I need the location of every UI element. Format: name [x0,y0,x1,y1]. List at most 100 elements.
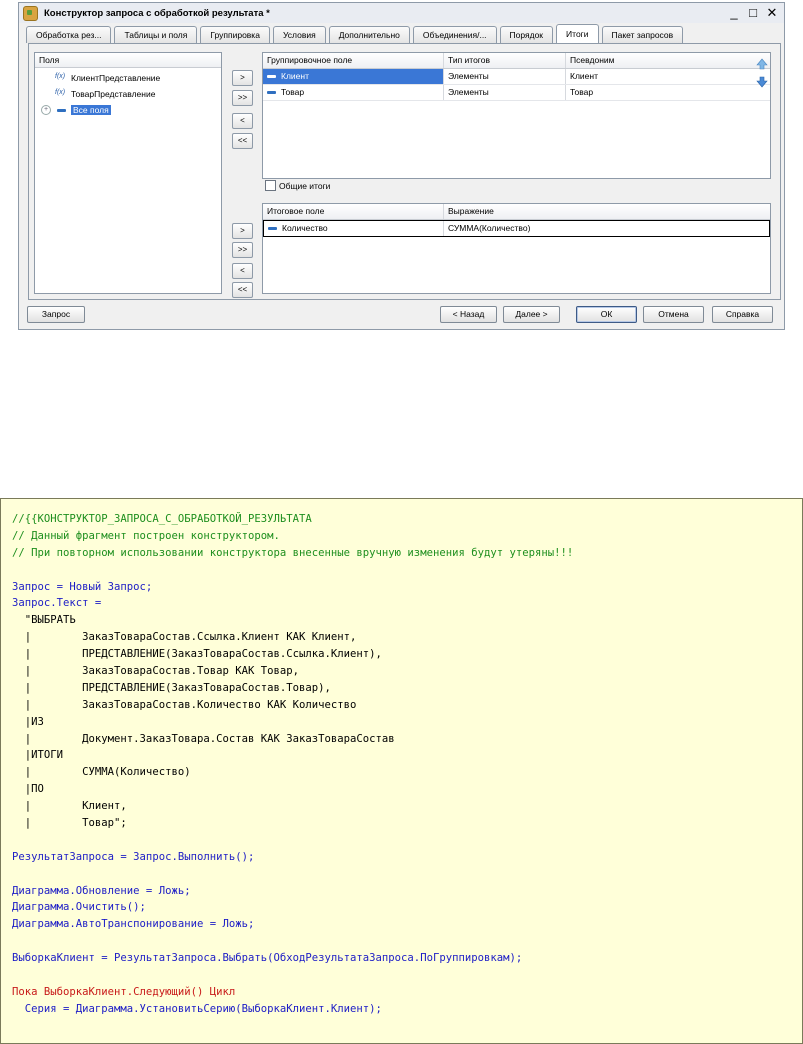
column-header[interactable]: Итоговое поле [263,204,444,219]
totals-table[interactable]: Итоговое поле Выражение Количество СУММА… [262,203,771,294]
code-line: "ВЫБРАТЬ [12,614,76,627]
field-icon [267,91,276,95]
grouping-table-header: Группировочное поле Тип итогов Псевдоним [263,53,770,69]
table-cell[interactable]: Элементы [444,69,566,84]
table-cell[interactable]: Количество [264,221,444,236]
column-header[interactable]: Группировочное поле [263,53,444,68]
code-line: //{{КОНСТРУКТОР_ЗАПРОСА_С_ОБРАБОТКОЙ_РЕЗ… [12,513,312,525]
help-button[interactable]: Справка [712,306,773,323]
function-icon: f(x) [55,89,66,96]
field-icon [268,227,277,231]
overall-totals-checkbox[interactable] [265,180,276,191]
code-line: Пока ВыборкаКлиент.Следующий() Цикл [12,985,236,998]
fields-tree[interactable]: Поля f(x) КлиентПредставление f(x) Товар… [34,52,222,294]
tree-item[interactable]: f(x) КлиентПредставление [35,70,221,86]
code-line: // При повторном использовании конструкт… [12,546,574,559]
code-line: | ПРЕДСТАВЛЕНИЕ(ЗаказТовараСостав.Ссылка… [12,648,382,661]
add-total-button[interactable]: > [232,223,253,239]
code-line: Диаграмма.Очистить(); [12,901,146,914]
table-row[interactable]: Количество СУММА(Количество) [263,220,770,237]
code-line: РезультатЗапроса = Запрос.Выполнить(); [12,850,255,863]
code-line: | Товар"; [12,817,127,830]
code-line: |ИЗ [12,715,44,728]
minimize-icon[interactable]: _ [728,5,740,20]
code-line: | ЗаказТовараСостав.Товар КАК Товар, [12,665,300,678]
code-line: | Клиент, [12,800,127,813]
grouping-table[interactable]: Группировочное поле Тип итогов Псевдоним… [262,52,771,179]
column-header[interactable]: Тип итогов [444,53,566,68]
totals-tab-panel: Поля f(x) КлиентПредставление f(x) Товар… [28,43,781,300]
table-cell[interactable]: Элементы [444,85,566,100]
field-icon [57,108,66,112]
add-all-total-button[interactable]: >> [232,242,253,258]
code-line: ВыборкаКлиент = РезультатЗапроса.Выбрать… [12,952,523,965]
code-line: Диаграмма.АвтоТранспонирование = Ложь; [12,918,255,931]
table-cell[interactable]: СУММА(Количество) [444,221,766,236]
tab-tables-fields[interactable]: Таблицы и поля [114,26,198,43]
window-title: Конструктор запроса с обработкой результ… [44,7,270,19]
close-icon[interactable]: ✕ [766,5,778,20]
code-listing: //{{КОНСТРУКТОР_ЗАПРОСА_С_ОБРАБОТКОЙ_РЕЗ… [0,498,803,1044]
code-line: |ПО [12,783,44,796]
code-line: | ПРЕДСТАВЛЕНИЕ(ЗаказТовараСостав.Товар)… [12,681,331,694]
function-icon: f(x) [55,73,66,80]
cancel-button[interactable]: Отмена [643,306,704,323]
code-line: | СУММА(Количество) [12,766,191,779]
tree-item-label: ТоварПредставление [71,89,156,99]
remove-group-button[interactable]: < [232,113,253,129]
table-row[interactable]: Клиент Элементы Клиент [263,69,770,85]
next-button[interactable]: Далее > [503,306,560,323]
tab-additional[interactable]: Дополнительно [328,26,410,43]
query-button[interactable]: Запрос [27,306,85,323]
move-down-icon[interactable] [756,76,768,88]
code-line: // Данный фрагмент построен конструкторо… [12,529,280,542]
remove-all-total-button[interactable]: << [232,282,253,298]
back-button[interactable]: < Назад [440,306,497,323]
expand-icon[interactable]: + [41,105,51,115]
tab-processing[interactable]: Обработка рез... [26,26,112,43]
tab-conditions[interactable]: Условия [272,26,326,43]
tab-query-batch[interactable]: Пакет запросов [601,26,684,43]
tree-item-label: Все поля [71,105,111,115]
add-group-button[interactable]: > [232,70,253,86]
tab-grouping[interactable]: Группировка [200,26,270,43]
tree-item-label: КлиентПредставление [71,73,161,83]
code-line: |ИТОГИ [12,749,64,762]
totals-table-header: Итоговое поле Выражение [263,204,770,220]
move-up-icon[interactable] [756,58,768,70]
table-cell[interactable]: Товар [566,85,750,100]
tab-order[interactable]: Порядок [499,26,554,43]
add-all-group-button[interactable]: >> [232,90,253,106]
table-cell[interactable]: Клиент [263,69,444,84]
table-row[interactable]: Товар Элементы Товар [263,85,770,101]
overall-totals-checkbox-row[interactable]: Общие итоги [265,180,330,191]
tree-item-all-fields[interactable]: + Все поля [35,102,221,118]
code-line: | ЗаказТовараСостав.Количество КАК Колич… [12,698,357,711]
remove-total-button[interactable]: < [232,263,253,279]
fields-header: Поля [35,53,221,68]
ok-button[interactable]: ОК [576,306,637,323]
table-cell[interactable]: Товар [263,85,444,100]
tab-strip: Обработка рез... Таблицы и поля Группиро… [26,24,684,44]
tab-totals[interactable]: Итоги [556,24,599,43]
table-cell[interactable]: Клиент [566,69,750,84]
app-icon [23,5,38,21]
code-line: Запрос = Новый Запрос; [12,580,153,593]
title-bar: Конструктор запроса с обработкой результ… [19,3,784,23]
overall-totals-label: Общие итоги [279,180,331,191]
tree-item[interactable]: f(x) ТоварПредставление [35,86,221,102]
column-header[interactable]: Псевдоним [566,53,750,68]
query-builder-window: Конструктор запроса с обработкой результ… [18,2,785,330]
tab-unions[interactable]: Объединения/... [412,26,497,43]
code-line: Запрос.Текст = [12,597,102,610]
code-line: | ЗаказТовараСостав.Ссылка.Клиент КАК Кл… [12,631,357,644]
code-lines: //{{КОНСТРУКТОР_ЗАПРОСА_С_ОБРАБОТКОЙ_РЕЗ… [1,499,802,1018]
remove-all-group-button[interactable]: << [232,133,253,149]
maximize-icon[interactable]: □ [747,5,759,20]
column-header[interactable]: Выражение [444,204,768,219]
